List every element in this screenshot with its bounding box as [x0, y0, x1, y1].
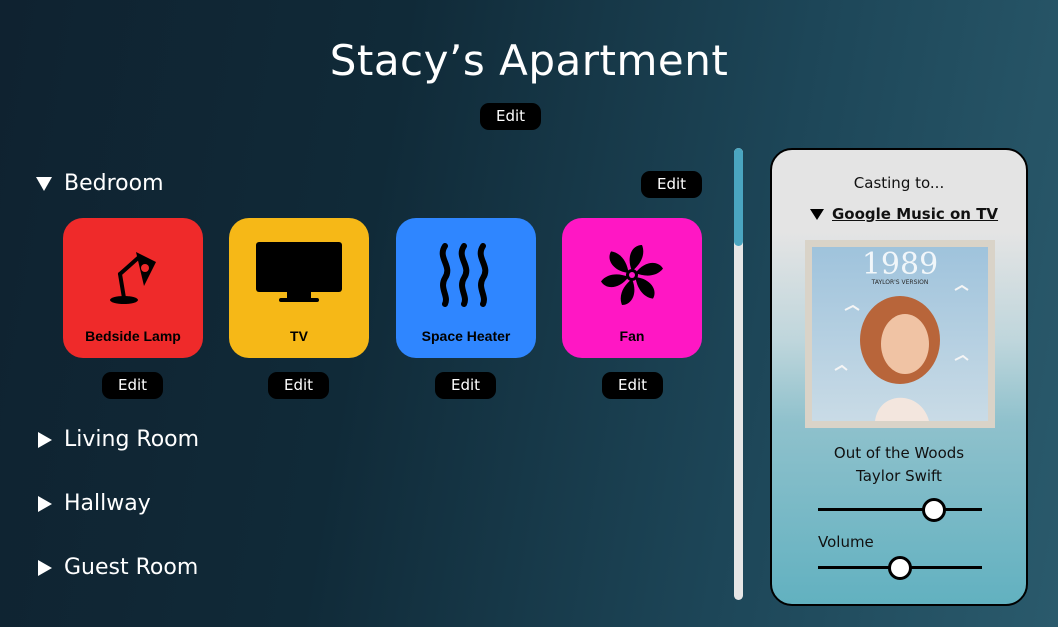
volume-label: Volume: [818, 533, 874, 551]
space-heater-edit-button[interactable]: Edit: [435, 372, 496, 399]
now-playing: Out of the Woods Taylor Swift: [772, 442, 1026, 488]
bedroom-edit-button[interactable]: Edit: [641, 171, 702, 198]
progress-slider-track[interactable]: [818, 508, 982, 511]
apartment-edit-button[interactable]: Edit: [480, 103, 541, 130]
room-hallway-header[interactable]: Hallway: [36, 491, 151, 516]
room-bedroom-header[interactable]: Bedroom: [36, 171, 164, 196]
device-label: TV: [290, 328, 308, 344]
fan-icon: [601, 245, 663, 305]
room-name: Bedroom: [64, 171, 164, 196]
device-tile-fan[interactable]: Fan: [562, 218, 702, 358]
device-tile-bedside-lamp[interactable]: Bedside Lamp: [63, 218, 203, 358]
cast-device-name: Google Music on TV: [832, 205, 999, 223]
lamp-icon: [110, 252, 156, 304]
artist-name: Taylor Swift: [856, 467, 942, 485]
collapsed-triangle-icon: [38, 495, 52, 512]
album-title: 1989: [862, 247, 938, 282]
bedside-lamp-edit-button[interactable]: Edit: [102, 372, 163, 399]
album-subtitle: TAYLOR'S VERSION: [871, 279, 929, 286]
casting-panel: Casting to... Google Music on TV 1989 TA…: [770, 148, 1028, 606]
cast-device-dropdown[interactable]: Google Music on TV: [810, 205, 998, 223]
device-tile-space-heater[interactable]: Space Heater: [396, 218, 536, 358]
device-label: Bedside Lamp: [85, 328, 181, 344]
casting-label: Casting to...: [853, 174, 945, 192]
tv-icon: [256, 242, 342, 302]
volume-slider-knob[interactable]: [888, 556, 912, 580]
album-cover: 1989 TAYLOR'S VERSION: [805, 240, 995, 428]
progress-slider-knob[interactable]: [922, 498, 947, 522]
page-title: Stacy’s Apartment: [329, 36, 729, 85]
room-name: Living Room: [64, 427, 200, 452]
room-name: Hallway: [64, 491, 151, 516]
room-name: Guest Room: [64, 555, 199, 580]
expanded-triangle-icon: [36, 176, 52, 191]
scrollbar-thumb[interactable]: [734, 148, 743, 246]
tv-edit-button[interactable]: Edit: [268, 372, 329, 399]
fan-edit-button[interactable]: Edit: [602, 372, 663, 399]
collapsed-triangle-icon: [38, 431, 52, 448]
heater-icon: [439, 243, 489, 307]
room-guest-room-header[interactable]: Guest Room: [36, 555, 198, 580]
dropdown-triangle-icon: [810, 208, 824, 220]
device-tile-tv[interactable]: TV: [229, 218, 369, 358]
room-living-room-header[interactable]: Living Room: [36, 427, 199, 452]
collapsed-triangle-icon: [38, 559, 52, 576]
device-label: Space Heater: [421, 328, 511, 344]
song-title: Out of the Woods: [833, 444, 965, 462]
device-label: Fan: [619, 328, 645, 344]
